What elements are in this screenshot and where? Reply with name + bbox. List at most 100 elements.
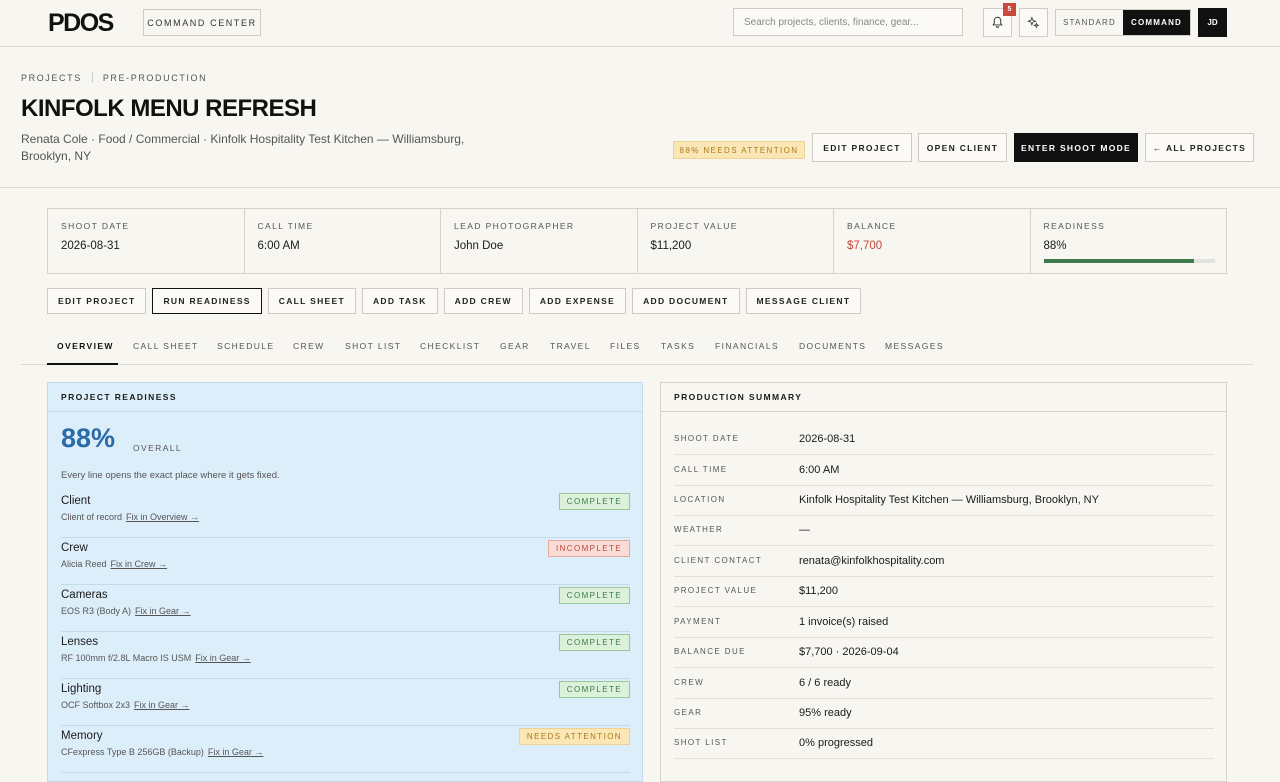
stat-value: $7,700 [847, 240, 883, 252]
tab-messages[interactable]: MESSAGES [885, 341, 944, 351]
readiness-item-detail-text: EOS R3 (Body A) [61, 606, 132, 616]
summary-label: SHOOT DATE [674, 434, 740, 443]
fix-link[interactable]: Fix in Gear → [208, 747, 264, 757]
breadcrumb-projects[interactable]: PROJECTS [21, 73, 82, 83]
edit-project-action[interactable]: EDIT PROJECT [47, 288, 147, 314]
summary-label: CLIENT CONTACT [674, 556, 763, 565]
tab-shot-list[interactable]: SHOT LIST [345, 341, 401, 351]
mode-command-option[interactable]: COMMAND [1123, 10, 1190, 35]
all-projects-button[interactable]: ← ALL PROJECTS [1145, 133, 1254, 162]
summary-row: CREW 6 / 6 ready [674, 668, 1214, 699]
readiness-item-detail: RF 100mm f/2.8L Macro IS USM Fix in Gear … [61, 653, 251, 663]
logo[interactable]: PDOS [48, 9, 114, 38]
avatar[interactable]: JD [1198, 8, 1227, 37]
readiness-item-name: Lenses [61, 636, 99, 648]
summary-label: CALL TIME [674, 465, 728, 474]
stat-project-value: PROJECT VALUE $11,200 [638, 209, 834, 273]
summary-value: 95% ready [799, 707, 852, 719]
breadcrumb-current: PRE-PRODUCTION [102, 72, 208, 83]
run-readiness-button[interactable]: RUN READINESS [152, 288, 262, 314]
readiness-percent: 88% [61, 423, 116, 453]
status-badge: COMPLETE [558, 634, 630, 651]
summary-row: LOCATION Kinfolk Hospitality Test Kitchen… [674, 485, 1214, 516]
readiness-item-detail-text: OCF Softbox 2x3 [61, 700, 131, 710]
page-title: KINFOLK MENU REFRESH [21, 95, 317, 122]
panel-heading: PROJECT READINESS [48, 383, 642, 412]
tab-tasks[interactable]: TASKS [661, 341, 695, 351]
message-client-button[interactable]: MESSAGE CLIENT [745, 288, 862, 314]
stat-value: John Doe [454, 240, 504, 252]
open-client-button[interactable]: OPEN CLIENT [918, 133, 1007, 162]
summary-value: — [799, 524, 810, 536]
stat-label: SHOOT DATE [61, 221, 130, 231]
tab-checklist[interactable]: CHECKLIST [420, 341, 480, 351]
readiness-item-detail-text: RF 100mm f/2.8L Macro IS USM [61, 653, 192, 663]
fix-link[interactable]: Fix in Gear → [195, 653, 251, 663]
stat-value: 2026-08-31 [61, 240, 120, 252]
fix-link[interactable]: Fix in Overview → [126, 512, 199, 522]
stat-label: LEAD PHOTOGRAPHER [454, 221, 575, 231]
mode-standard-option[interactable]: STANDARD [1056, 10, 1123, 35]
tab-call-sheet[interactable]: CALL SHEET [133, 341, 199, 351]
fix-link[interactable]: Fix in Crew → [111, 559, 168, 569]
active-tab-indicator [47, 363, 118, 365]
status-badge: COMPLETE [558, 493, 630, 510]
fix-link[interactable]: Fix in Gear → [135, 606, 191, 616]
summary-label: LOCATION [674, 495, 726, 504]
action-toolbar: EDIT PROJECT RUN READINESS CALL SHEET AD… [47, 288, 862, 314]
readiness-item-detail: EOS R3 (Body A) Fix in Gear → [61, 606, 191, 616]
tab-gear[interactable]: GEAR [500, 341, 530, 351]
readiness-item-name: Lighting [61, 683, 102, 695]
command-center-button[interactable]: COMMAND CENTER [143, 9, 261, 36]
readiness-item-detail: Client of record Fix in Overview → [61, 512, 199, 522]
summary-label: SHOT LIST [674, 738, 728, 747]
enter-shoot-mode-button[interactable]: ENTER SHOOT MODE [1014, 133, 1138, 162]
summary-value: $11,200 [799, 585, 838, 597]
summary-value: Kinfolk Hospitality Test Kitchen — Willi… [799, 494, 1099, 506]
status-badge: COMPLETE [558, 587, 630, 604]
overall-label: OVERALL [133, 443, 183, 453]
assistant-button[interactable] [1019, 8, 1048, 37]
tab-financials[interactable]: FINANCIALS [715, 341, 779, 351]
status-badge: COMPLETE [558, 681, 630, 698]
top-bar: PDOS COMMAND CENTER Search projects, cli… [0, 0, 1280, 47]
tab-files[interactable]: FILES [610, 341, 641, 351]
readiness-item-detail-text: Client of record [61, 512, 123, 522]
tab-overview[interactable]: OVERVIEW [57, 341, 114, 351]
summary-label: BALANCE DUE [674, 647, 746, 656]
sparkle-icon [1027, 16, 1040, 29]
status-badge: INCOMPLETE [547, 540, 630, 557]
tab-documents[interactable]: DOCUMENTS [799, 341, 866, 351]
readiness-progress-bar [1043, 259, 1215, 263]
add-document-button[interactable]: ADD DOCUMENT [632, 288, 740, 314]
readiness-item-name: Client [61, 495, 91, 507]
readiness-item-name: Memory [61, 730, 103, 742]
tab-schedule[interactable]: SCHEDULE [217, 341, 275, 351]
stats-bar: SHOOT DATE 2026-08-31 CALL TIME 6:00 AM … [47, 208, 1227, 274]
tab-crew[interactable]: CREW [293, 341, 325, 351]
summary-label: PAYMENT [674, 617, 722, 626]
call-sheet-button[interactable]: CALL SHEET [267, 288, 356, 314]
page-subtitle: Renata Cole · Food / Commercial · Kinfol… [21, 132, 465, 163]
readiness-item-cameras: Cameras EOS R3 (Body A) Fix in Gear → COM… [61, 585, 630, 632]
summary-row: SHOT LIST 0% progressed [674, 728, 1214, 759]
summary-value: 6 / 6 ready [799, 677, 851, 689]
fix-link[interactable]: Fix in Gear → [134, 700, 190, 710]
add-crew-button[interactable]: ADD CREW [443, 288, 523, 314]
tab-travel[interactable]: TRAVEL [550, 341, 591, 351]
readiness-item-lighting: Lighting OCF Softbox 2x3 Fix in Gear → CO… [61, 679, 630, 726]
readiness-item-lenses: Lenses RF 100mm f/2.8L Macro IS USM Fix i… [61, 632, 630, 679]
panel-heading: PRODUCTION SUMMARY [661, 383, 1226, 412]
readiness-item-crew: Crew Alicia Reed Fix in Crew → INCOMPLETE [61, 538, 630, 585]
readiness-item-detail: Alicia Reed Fix in Crew → [61, 559, 167, 569]
add-task-button[interactable]: ADD TASK [361, 288, 438, 314]
summary-row: WEATHER — [674, 515, 1214, 546]
readiness-item-detail-text: Alicia Reed [61, 559, 107, 569]
stat-label: READINESS [1043, 221, 1106, 231]
edit-project-button[interactable]: EDIT PROJECT [812, 133, 912, 162]
search-input[interactable]: Search projects, clients, finance, gear.… [733, 8, 963, 36]
add-expense-button[interactable]: ADD EXPENSE [528, 288, 627, 314]
readiness-progress-fill [1043, 259, 1194, 263]
summary-value: 0% progressed [799, 737, 873, 749]
summary-label: CREW [674, 678, 705, 687]
